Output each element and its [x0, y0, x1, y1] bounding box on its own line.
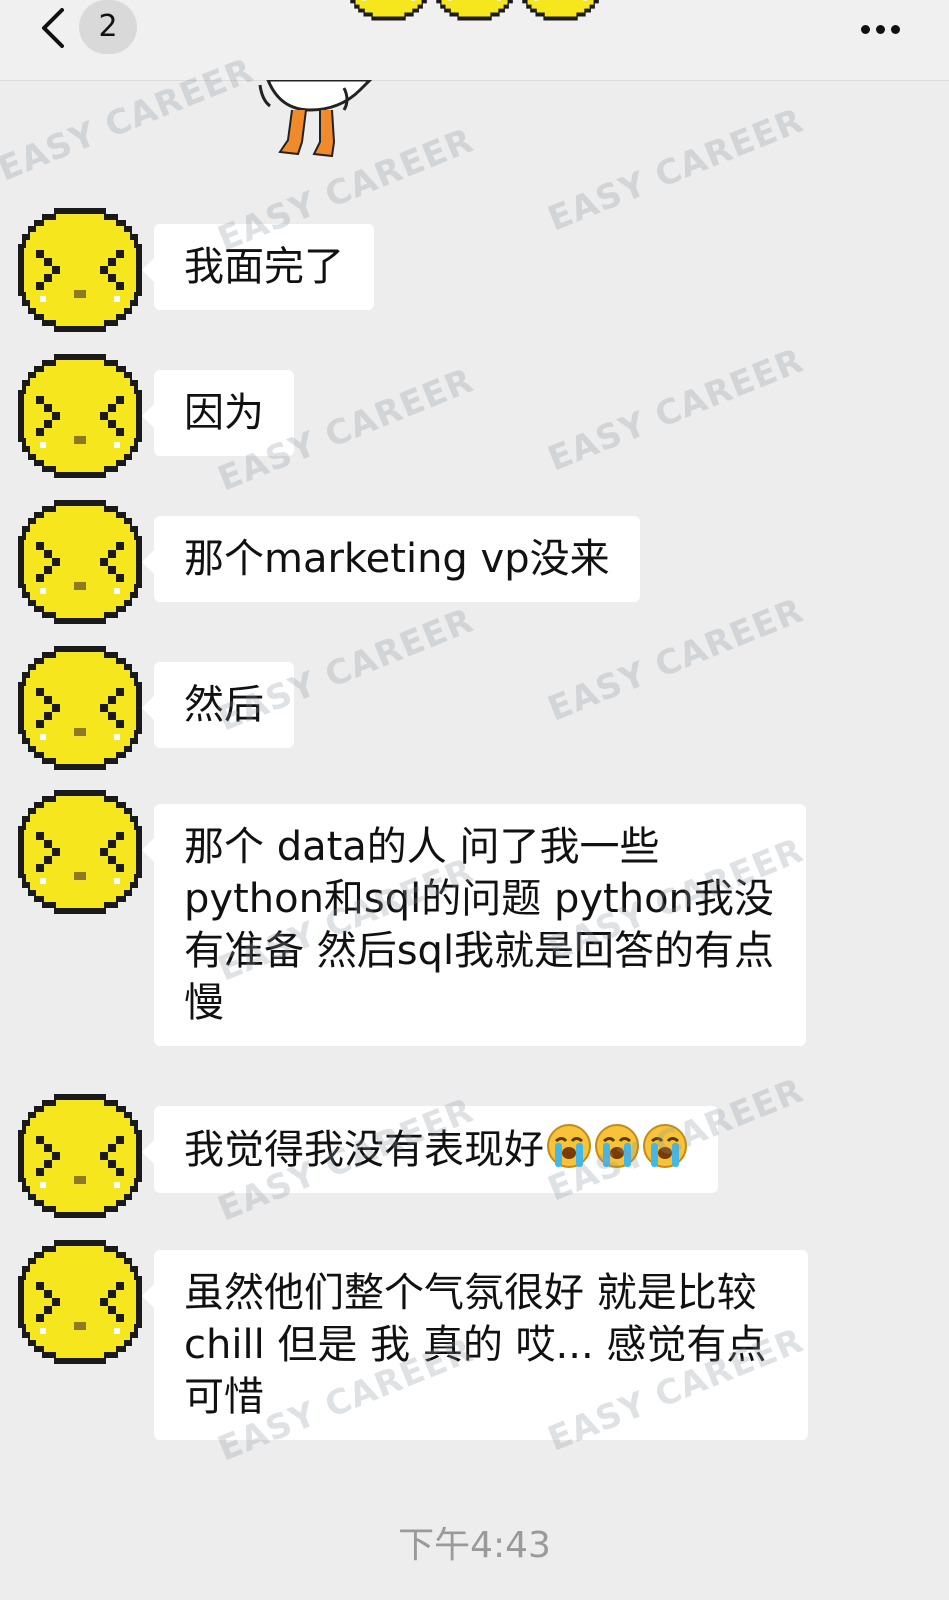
watermark: EASY CAREER — [542, 100, 810, 240]
avatar-icon[interactable] — [14, 496, 146, 628]
watermark: EASY CAREER — [542, 590, 810, 730]
unread-count-badge[interactable]: 2 — [79, 0, 137, 54]
avatar-icon[interactable] — [14, 1236, 146, 1368]
avatar-icon[interactable] — [14, 786, 146, 918]
message-bubble[interactable]: 然后 — [142, 662, 294, 748]
avatar-icon[interactable] — [14, 350, 146, 482]
avatar-icon[interactable] — [14, 642, 146, 774]
message-text: 我觉得我没有表现好 — [184, 1127, 544, 1173]
message-timestamp: 下午4:43 — [398, 1525, 551, 1566]
cry-icon — [546, 1123, 592, 1169]
message-bubble[interactable]: 那个 data的人 问了我一些python和sql的问题 python我没有准备… — [142, 804, 806, 1046]
message-bubble[interactable]: 我面完了 — [142, 224, 374, 310]
group-avatar-icons — [347, 0, 602, 21]
chat-header: 2 — [0, 0, 949, 81]
watermark: EASY CAREER — [542, 340, 810, 480]
message-bubble[interactable]: 我觉得我没有表现好 — [142, 1106, 718, 1193]
message-bubble[interactable]: 虽然他们整个气氛很好 就是比较chill 但是 我 真的 哎... 感觉有点可惜 — [142, 1250, 808, 1440]
more-options-icon[interactable] — [861, 19, 909, 34]
cry-icon — [642, 1123, 688, 1169]
message-bubble[interactable]: 那个marketing vp没来 — [142, 516, 640, 602]
duck-sticker-icon — [258, 80, 373, 158]
avatar-icon[interactable] — [14, 1090, 146, 1222]
back-chevron-icon[interactable] — [36, 8, 72, 48]
message-bubble[interactable]: 因为 — [142, 370, 294, 456]
cry-icon — [594, 1123, 640, 1169]
avatar-icon[interactable] — [14, 204, 146, 336]
